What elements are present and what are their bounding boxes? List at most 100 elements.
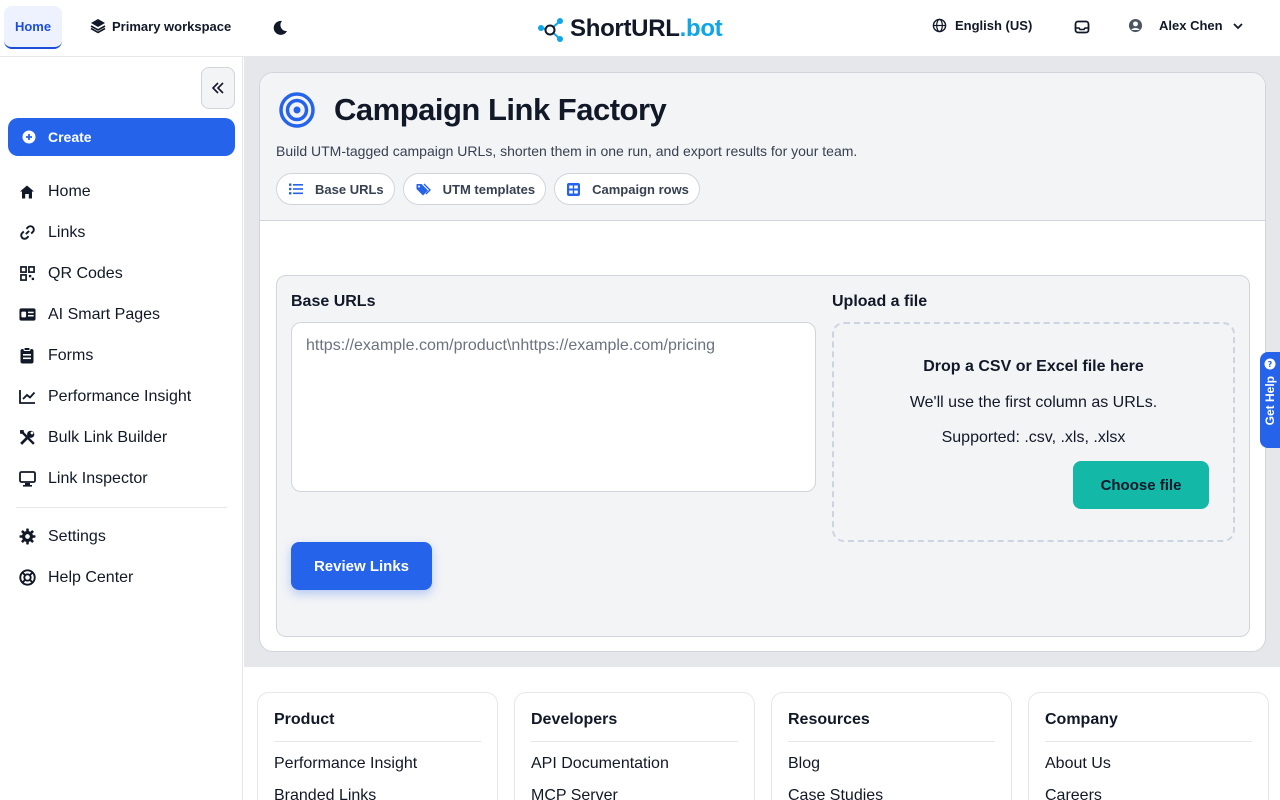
list-icon [289, 183, 303, 195]
sidebar-item-label: Help Center [48, 568, 134, 586]
footer-link[interactable]: About Us [1045, 754, 1252, 774]
double-chevron-left-icon [211, 82, 224, 94]
file-dropzone[interactable]: Drop a CSV or Excel file here We'll use … [832, 322, 1235, 542]
qr-icon [18, 265, 36, 283]
pill-label: UTM templates [442, 181, 536, 197]
sidebar-item-label: Bulk Link Builder [48, 428, 168, 446]
sidebar-item-label: Settings [48, 527, 106, 545]
top-bar: Home Primary workspace ShortURL.bot Engl… [0, 0, 1280, 57]
tag-icon [416, 183, 431, 195]
sidebar-item-home[interactable]: Home [18, 171, 228, 212]
sidebar-item-bulk-link-builder[interactable]: Bulk Link Builder [18, 417, 228, 458]
page-subtitle: Build UTM-tagged campaign URLs, shorten … [276, 143, 858, 159]
logo[interactable]: ShortURL.bot [536, 14, 723, 44]
sidebar-nav: Home Links QR Codes AI Smart Pages Forms… [16, 171, 228, 598]
user-avatar-icon [1128, 18, 1143, 33]
workspace-switcher[interactable]: Primary workspace [90, 18, 231, 34]
footer-column-company: Company About Us Careers [1028, 692, 1269, 800]
sidebar-item-label: Home [48, 182, 91, 200]
base-urls-textarea[interactable]: https://example.com/product\nhttps://exa… [291, 322, 816, 492]
footer-column-developers: Developers API Documentation MCP Server [514, 692, 755, 800]
tools-icon [18, 429, 36, 447]
footer-link[interactable]: Blog [788, 754, 995, 774]
upload-label: Upload a file [832, 293, 928, 310]
sidebar: Create Home Links QR Codes AI Smart Page… [0, 57, 243, 800]
drop-title: Drop a CSV or Excel file here [923, 358, 1144, 375]
svg-text:?: ? [1268, 360, 1273, 369]
footer-link[interactable]: Performance Insight [274, 754, 481, 774]
campaign-card: Campaign Link Factory Build UTM-tagged c… [259, 72, 1266, 652]
id-card-icon [18, 306, 36, 324]
pill-utm-templates[interactable]: UTM templates [402, 173, 547, 205]
language-label: English (US) [955, 18, 1033, 33]
bulk-form-panel: Base URLs https://example.com/product\nh… [276, 275, 1250, 637]
sidebar-item-link-inspector[interactable]: Link Inspector [18, 458, 228, 499]
page-title: Campaign Link Factory [334, 92, 667, 127]
pill-campaign-rows[interactable]: Campaign rows [554, 173, 700, 205]
link-icon [18, 224, 36, 242]
home-icon [18, 183, 36, 201]
supported-formats: Supported: .csv, .xls, .xlsx [941, 429, 1126, 446]
globe-icon [932, 18, 947, 33]
clipboard-icon [18, 347, 36, 365]
footer-column-title: Developers [531, 711, 738, 742]
language-selector[interactable]: English (US) [932, 18, 1032, 33]
logo-mark-icon [538, 18, 563, 42]
footer-link[interactable]: Branded Links [274, 786, 481, 800]
sidebar-item-label: AI Smart Pages [48, 305, 161, 323]
chart-line-icon [18, 388, 36, 406]
footer-link[interactable]: MCP Server [531, 786, 738, 800]
review-links-button[interactable]: Review Links [291, 542, 432, 590]
inbox-icon[interactable] [1074, 19, 1090, 35]
create-label: Create [48, 129, 92, 145]
section-pills: Base URLs UTM templates Campaign rows [276, 173, 700, 205]
lifebuoy-icon [18, 569, 36, 587]
footer-column-resources: Resources Blog Case Studies [771, 692, 1012, 800]
target-icon [279, 92, 315, 128]
sidebar-item-links[interactable]: Links [18, 212, 228, 253]
gear-icon [18, 528, 36, 546]
footer-column-product: Product Performance Insight Branded Link… [257, 692, 498, 800]
logo-text: ShortURL.bot [570, 15, 723, 42]
sidebar-item-label: Forms [48, 346, 94, 364]
moon-icon[interactable] [270, 18, 290, 38]
pill-base-urls[interactable]: Base URLs [276, 173, 395, 205]
table-icon [567, 182, 581, 196]
card-header: Campaign Link Factory Build UTM-tagged c… [260, 73, 1265, 221]
footer-link[interactable]: Careers [1045, 786, 1252, 800]
pill-label: Campaign rows [592, 181, 689, 197]
sidebar-item-ai-smart-pages[interactable]: AI Smart Pages [18, 294, 228, 335]
title-row: Campaign Link Factory [278, 91, 667, 129]
question-circle-icon: ? [1264, 358, 1276, 370]
create-button[interactable]: Create [8, 118, 235, 156]
sidebar-item-label: Performance Insight [48, 387, 192, 405]
sidebar-item-qr-codes[interactable]: QR Codes [18, 253, 228, 294]
sidebar-item-forms[interactable]: Forms [18, 335, 228, 376]
layers-icon [90, 19, 106, 34]
plus-circle-icon [22, 130, 36, 144]
collapse-sidebar-button[interactable] [201, 67, 235, 109]
sidebar-item-settings[interactable]: Settings [18, 516, 228, 557]
sidebar-item-help-center[interactable]: Help Center [18, 557, 228, 598]
user-name: Alex Chen [1159, 18, 1223, 33]
footer-column-title: Resources [788, 711, 995, 742]
choose-file-button[interactable]: Choose file [1073, 461, 1209, 509]
sidebar-divider [16, 507, 227, 508]
drop-hint: We'll use the first column as URLs. [909, 394, 1158, 411]
user-menu[interactable]: Alex Chen [1128, 18, 1245, 33]
chevron-down-icon [1232, 22, 1243, 29]
footer: Product Performance Insight Branded Link… [244, 667, 1280, 800]
sidebar-item-label: Links [48, 223, 86, 241]
get-help-tab[interactable]: ? Get Help [1260, 352, 1280, 448]
base-urls-label: Base URLs [291, 293, 376, 310]
pill-label: Base URLs [315, 181, 384, 197]
sidebar-item-label: Link Inspector [48, 469, 148, 487]
footer-link[interactable]: API Documentation [531, 754, 738, 774]
sidebar-item-label: QR Codes [48, 264, 123, 282]
workspace-label: Primary workspace [112, 18, 232, 34]
footer-link[interactable]: Case Studies [788, 786, 995, 800]
footer-column-title: Company [1045, 711, 1252, 742]
main-content: Campaign Link Factory Build UTM-tagged c… [244, 57, 1280, 667]
tab-home[interactable]: Home [4, 6, 62, 49]
sidebar-item-performance-insight[interactable]: Performance Insight [18, 376, 228, 417]
